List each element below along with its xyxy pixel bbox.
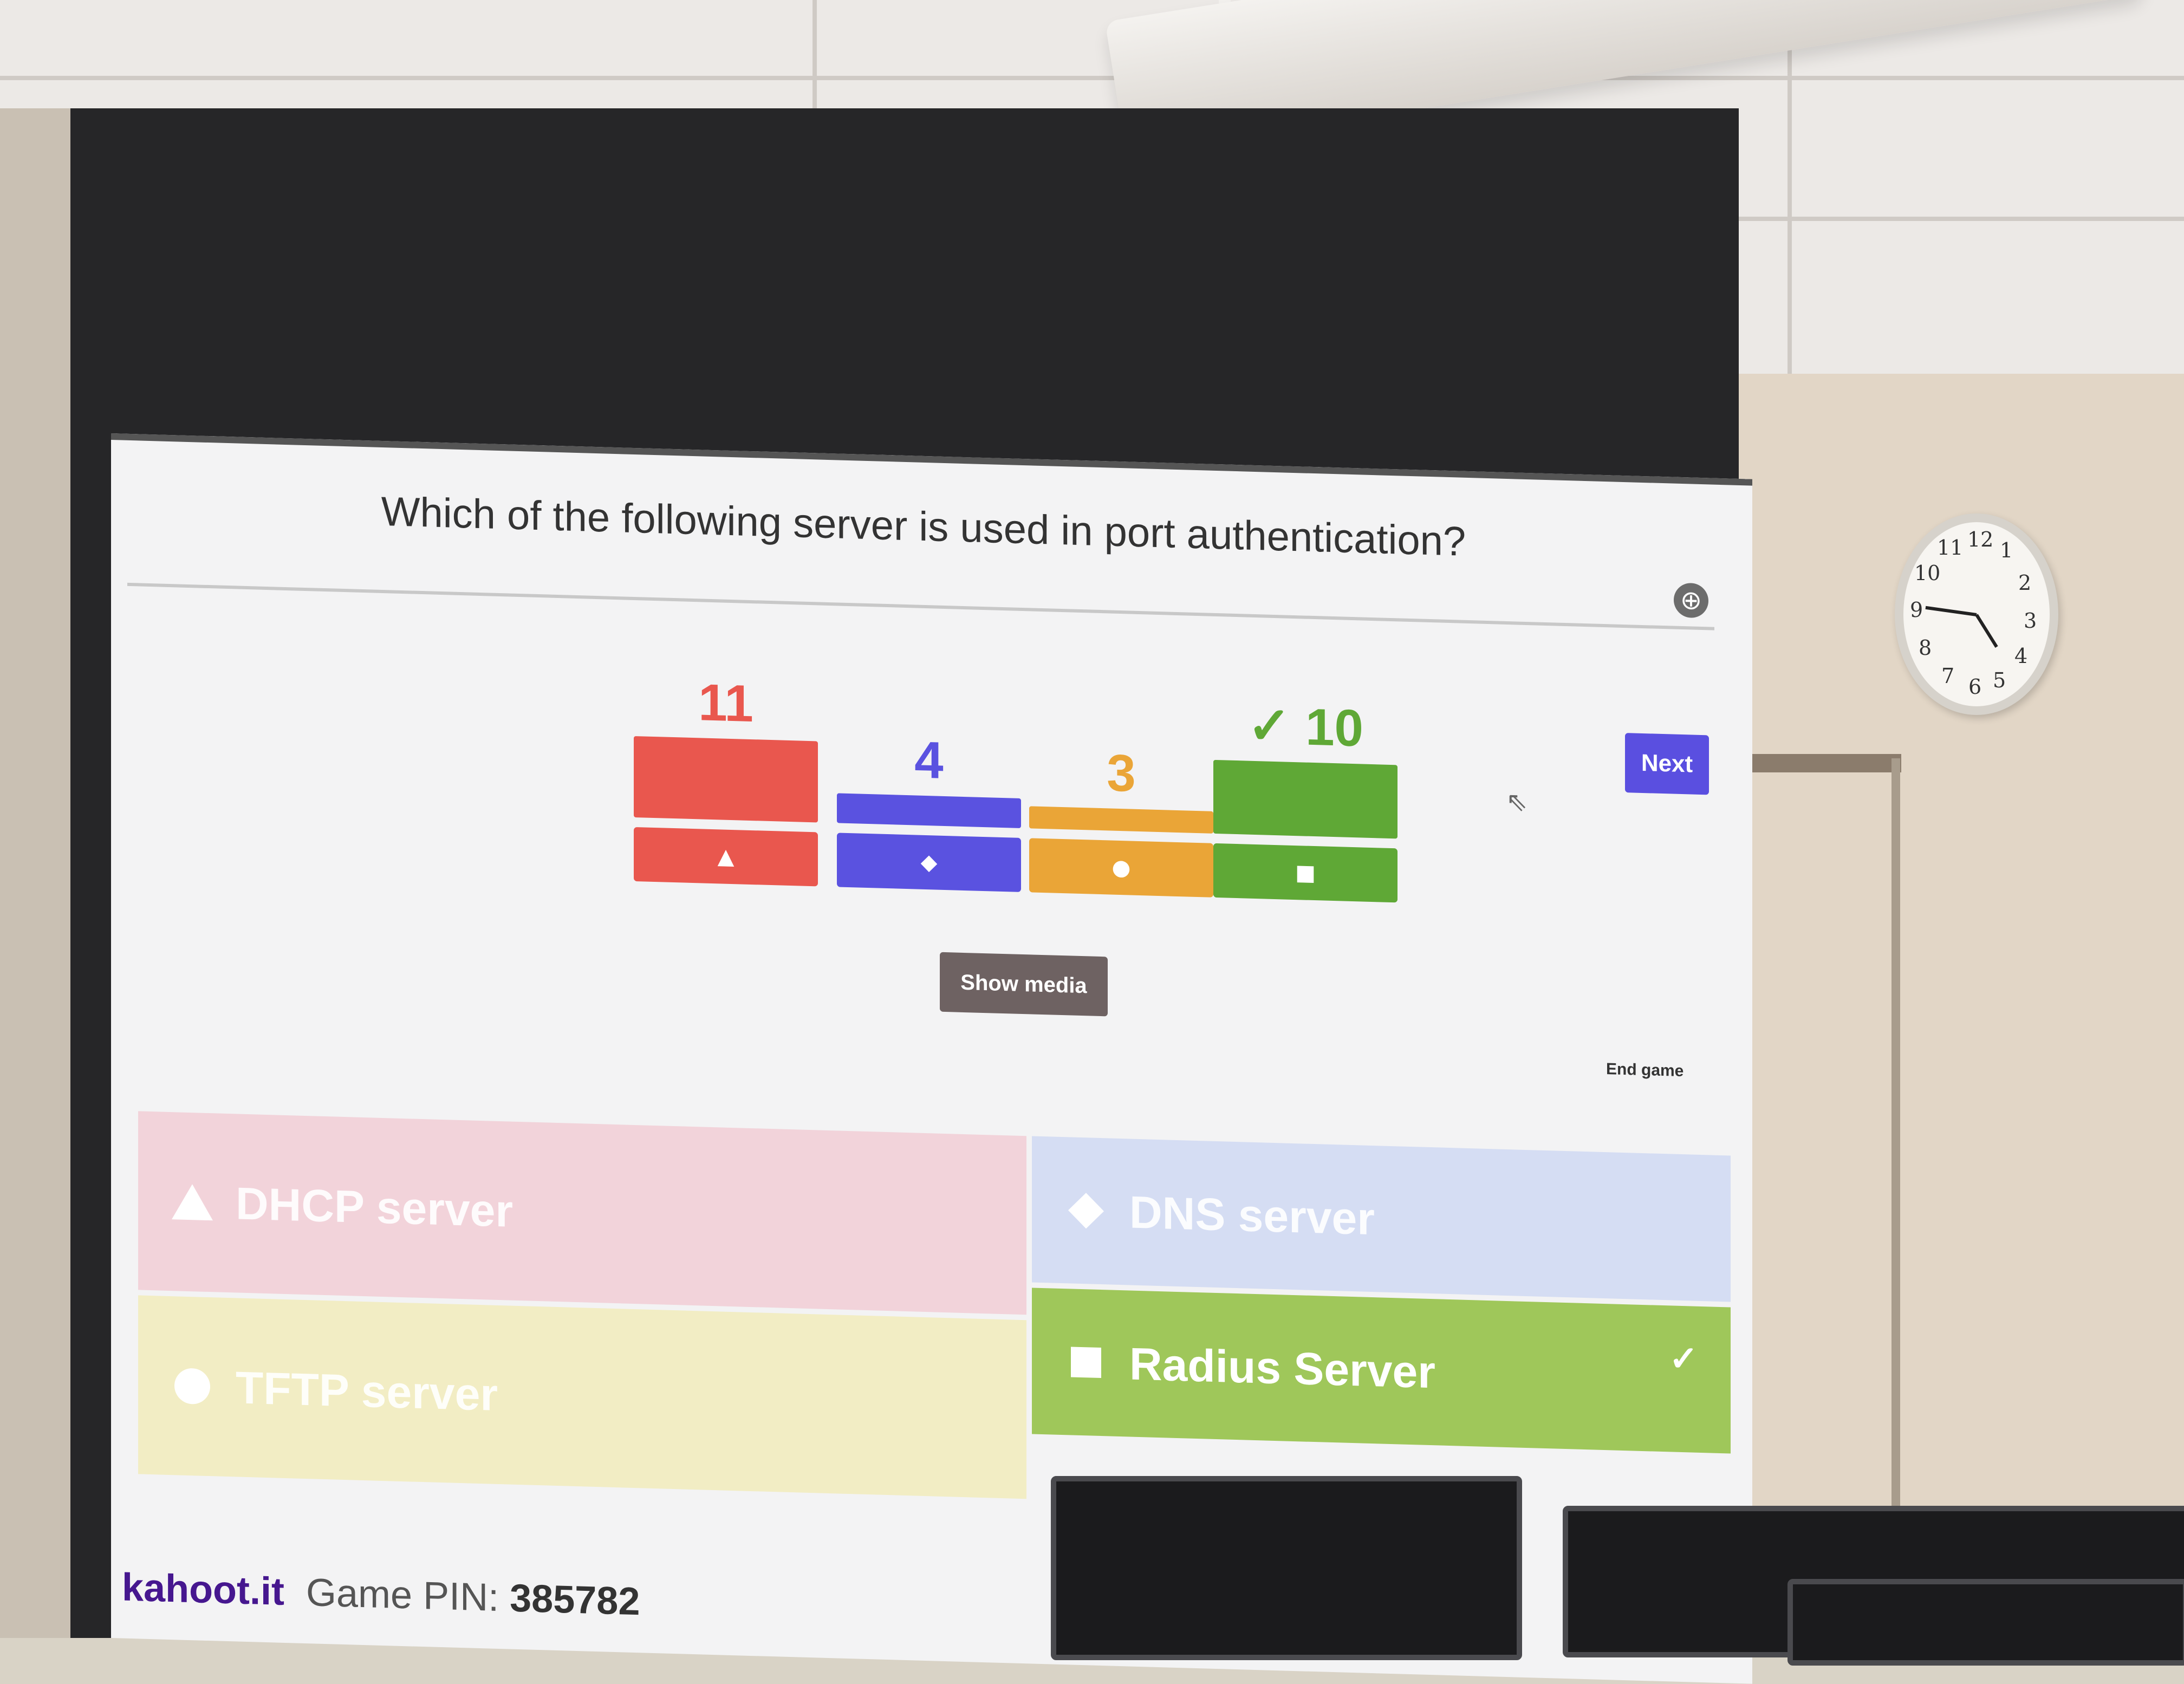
answer-label: TFTP server [236,1361,498,1421]
clock-numeral: 9 [1910,598,1923,622]
check-icon: ✓ [1669,1338,1698,1379]
result-count: 3 [1029,741,1213,805]
result-count: 4 [837,728,1021,792]
wall-clock: 12 1 2 3 4 5 6 7 8 9 10 11 [1895,513,2058,715]
result-bar-fill [634,736,818,822]
result-bar-triangle: 11 ▲ [634,654,818,886]
clock-numeral: 5 [1993,668,2006,692]
clock-hour-hand [1975,614,1998,648]
fullscreen-icon[interactable]: ⊕ [1674,583,1708,619]
show-media-button[interactable]: Show media [940,952,1108,1017]
clock-numeral: 3 [2024,609,2037,633]
answer-label: Radius Server [1129,1337,1435,1399]
square-icon: ■ [1295,860,1316,886]
result-bar-base: ◆ [837,833,1021,892]
clock-numeral: 4 [2014,644,2027,668]
clock-numeral: 7 [1941,664,1954,688]
game-pin-value: 385782 [510,1577,640,1624]
clock-numeral: 10 [1914,561,1940,585]
mouse-cursor-icon: ⇖ [1506,786,1528,817]
circle-icon [171,1364,214,1408]
clock-numeral: 12 [1967,528,1993,551]
foreground-monitor [1051,1476,1522,1660]
clock-numeral: 11 [1937,536,1963,560]
wall-pole [1891,758,1900,1506]
answer-results-chart: 11 ▲ 4 ◆ 3 ● ✓ 10 ■ [634,654,1381,902]
diamond-icon [1064,1188,1108,1233]
clock-numeral: 1 [2000,538,2013,562]
left-wall [0,108,76,1638]
answer-option-1: DHCP server [138,1111,1026,1315]
result-bar-fill [1029,806,1213,833]
clock-numeral: 6 [1968,675,1981,699]
clock-numeral: 2 [2018,571,2031,595]
clock-numeral: 8 [1919,636,1932,660]
triangle-icon: ▲ [718,844,734,869]
answer-label: DNS server [1129,1186,1375,1245]
result-bar-circle: 3 ● [1029,665,1213,897]
result-bar-fill [1213,760,1398,838]
triangle-icon [171,1180,214,1224]
result-count-correct: ✓ 10 [1213,694,1398,759]
next-button[interactable]: Next [1625,733,1709,795]
clock-minute-hand [1926,606,1977,616]
answer-label: DHCP server [236,1177,513,1237]
wall-rail [1750,754,1901,772]
circle-icon: ● [1112,855,1131,881]
answer-option-3: TFTP server [138,1295,1026,1499]
kahoot-logo: kahoot.it [122,1565,284,1614]
end-game-link[interactable]: End game [1606,1060,1683,1081]
result-bar-base: ▲ [634,827,818,886]
result-bar-fill [837,793,1021,828]
answer-option-2: DNS server [1032,1136,1731,1302]
ceiling-grid-line [1787,0,1792,374]
square-icon [1064,1340,1108,1384]
game-pin-label: Game PIN: [306,1571,499,1620]
result-bar-diamond: 4 ◆ [837,659,1021,892]
ceiling-grid-line [0,76,2184,80]
result-bar-base: ● [1029,838,1213,897]
result-bar-base: ■ [1213,843,1398,902]
diamond-icon: ◆ [921,850,938,875]
result-count: 11 [634,671,818,736]
foreground-monitor [1787,1579,2184,1666]
answer-option-4-correct: Radius Server ✓ [1032,1288,1731,1453]
result-bar-square: ✓ 10 ■ [1213,670,1398,902]
